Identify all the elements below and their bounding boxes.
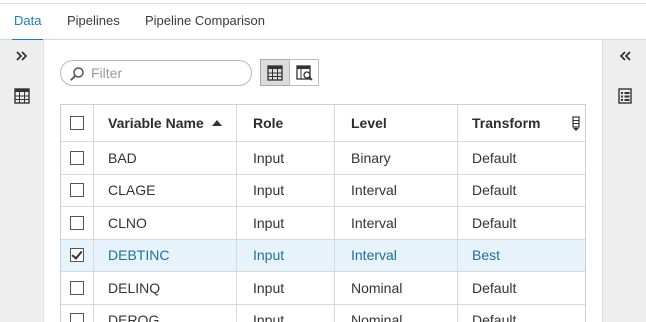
- row-select-cell: [61, 207, 94, 239]
- row-select-cell: [61, 304, 94, 322]
- table-header-row: Variable Name Role Level Transform: [61, 105, 585, 142]
- column-menu-icon[interactable]: [571, 116, 581, 132]
- select-all-cell: [61, 105, 94, 141]
- row-checkbox[interactable]: [70, 280, 84, 295]
- variable-name-cell: CLNO: [94, 207, 237, 239]
- table-row[interactable]: DEBTINC Input Interval Best: [61, 239, 585, 272]
- level-cell: Nominal: [335, 304, 458, 322]
- tab-pipelines[interactable]: Pipelines: [67, 4, 120, 40]
- data-content-area: Variable Name Role Level Transform BADIn…: [45, 40, 602, 322]
- double-chevron-right-icon[interactable]: [12, 46, 32, 66]
- tab-bar: Data Pipelines Pipeline Comparison: [0, 4, 646, 41]
- column-header-label: Level: [351, 115, 387, 131]
- row-checkbox[interactable]: [70, 183, 84, 198]
- row-checkbox[interactable]: [70, 248, 84, 263]
- variable-name-cell: DEROG: [94, 304, 237, 322]
- detail-view-button[interactable]: [289, 59, 319, 86]
- column-header-role[interactable]: Role: [237, 105, 335, 141]
- variable-name-cell: DELINQ: [94, 272, 237, 304]
- level-cell: Binary: [335, 142, 458, 174]
- level-cell: Interval: [335, 174, 458, 206]
- level-cell: Interval: [335, 239, 458, 271]
- variable-name-cell: CLAGE: [94, 174, 237, 206]
- role-cell: Input: [237, 207, 335, 239]
- grid-view-button[interactable]: [260, 59, 290, 86]
- level-cell: Nominal: [335, 272, 458, 304]
- row-checkbox[interactable]: [70, 313, 84, 322]
- transform-cell: Default: [472, 214, 517, 231]
- left-side-panel: [0, 40, 44, 322]
- double-chevron-left-icon[interactable]: [615, 46, 635, 66]
- role-cell: Input: [237, 142, 335, 174]
- table-icon[interactable]: [12, 86, 32, 106]
- role-cell: Input: [237, 239, 335, 271]
- variable-name-cell: BAD: [94, 142, 237, 174]
- filter-field[interactable]: [60, 60, 252, 86]
- row-checkbox[interactable]: [70, 215, 84, 230]
- transform-cell: Default: [472, 182, 517, 199]
- properties-list-icon[interactable]: [615, 86, 635, 106]
- row-select-cell: [61, 174, 94, 206]
- row-select-cell: [61, 142, 94, 174]
- tab-pipeline-comparison[interactable]: Pipeline Comparison: [145, 4, 265, 40]
- table-row[interactable]: DEROG Input Nominal Default: [61, 304, 585, 322]
- tab-data[interactable]: Data: [11, 4, 44, 41]
- transform-cell: Default: [472, 279, 517, 296]
- detail-view-icon: [295, 64, 313, 81]
- grid-view-icon: [267, 64, 283, 81]
- table-row[interactable]: DELINQ Input Nominal Default: [61, 272, 585, 305]
- variables-table: Variable Name Role Level Transform BAD In…: [60, 104, 586, 322]
- select-all-checkbox[interactable]: [70, 116, 84, 130]
- row-checkbox[interactable]: [70, 150, 84, 165]
- table-row[interactable]: BAD Input Binary Default: [61, 142, 585, 175]
- column-header-level[interactable]: Level: [335, 105, 458, 141]
- role-cell: Input: [237, 174, 335, 206]
- role-cell: Input: [237, 304, 335, 322]
- sort-ascending-icon: [211, 120, 222, 126]
- right-side-panel: [602, 40, 646, 322]
- level-cell: Interval: [335, 207, 458, 239]
- transform-cell: Best: [472, 247, 501, 264]
- search-icon: [70, 67, 84, 81]
- variable-name-cell: DEBTINC: [94, 239, 237, 271]
- column-header-label: Transform: [472, 115, 541, 131]
- column-header-label: Role: [253, 115, 284, 131]
- row-select-cell: [61, 272, 94, 304]
- role-cell: Input: [237, 272, 335, 304]
- transform-cell: Default: [472, 312, 517, 322]
- row-select-cell: [61, 239, 94, 271]
- column-header-label: Variable Name: [108, 115, 204, 131]
- transform-cell: Default: [472, 149, 517, 166]
- table-row[interactable]: CLAGE Input Interval Default: [61, 174, 585, 207]
- filter-input[interactable]: [91, 64, 241, 82]
- column-header-transform[interactable]: Transform: [458, 105, 585, 141]
- table-row[interactable]: CLNO Input Interval Default: [61, 207, 585, 240]
- column-header-variable-name[interactable]: Variable Name: [94, 105, 237, 141]
